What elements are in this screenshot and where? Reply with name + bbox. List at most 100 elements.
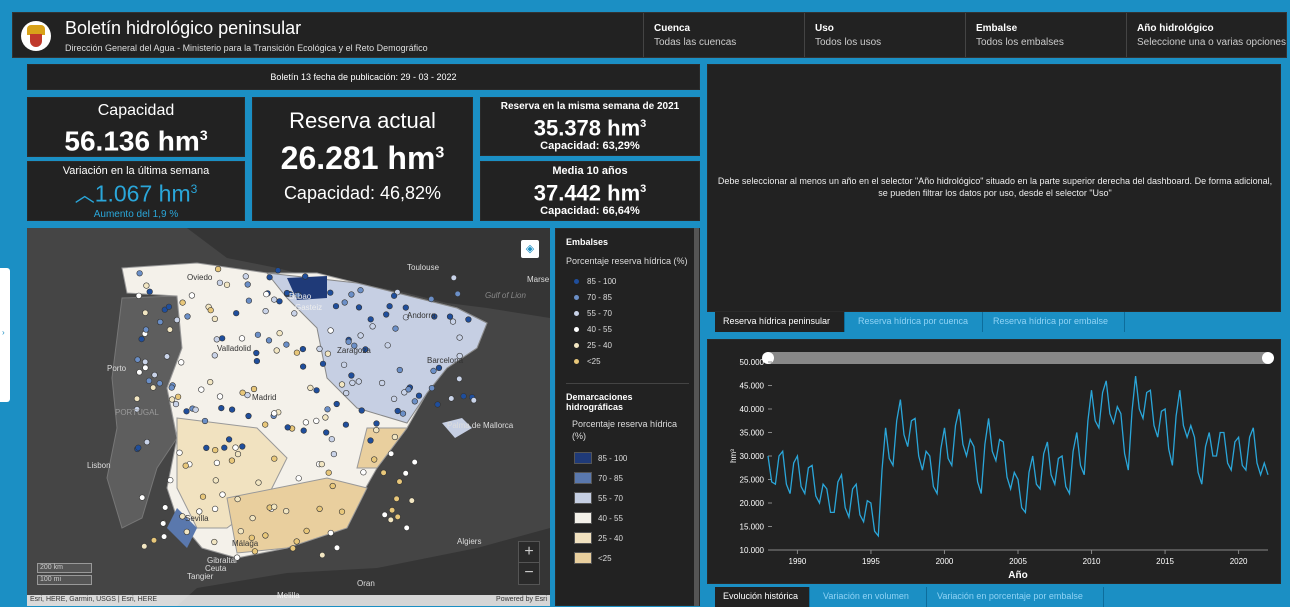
reservoir-marker[interactable] bbox=[266, 274, 273, 281]
reservoir-marker[interactable] bbox=[299, 345, 307, 353]
reservoir-marker[interactable] bbox=[300, 363, 307, 370]
reservoir-marker[interactable] bbox=[316, 505, 323, 513]
reservoir-marker[interactable] bbox=[332, 303, 340, 310]
reservoir-marker[interactable] bbox=[175, 393, 182, 400]
filter-ano-hidrologico[interactable]: Año hidrológico Seleccione una o varias … bbox=[1126, 13, 1286, 57]
reservoir-marker[interactable] bbox=[402, 470, 409, 477]
reservoir-marker[interactable] bbox=[211, 352, 218, 359]
reservoir-marker[interactable] bbox=[216, 279, 223, 286]
reservoir-marker[interactable] bbox=[343, 390, 350, 397]
reservoir-marker[interactable] bbox=[253, 358, 260, 365]
reservoir-marker[interactable] bbox=[273, 347, 280, 354]
reservoir-marker[interactable] bbox=[373, 427, 380, 434]
reservoir-marker[interactable] bbox=[381, 511, 388, 518]
reservoir-marker[interactable] bbox=[173, 316, 181, 324]
reservoir-marker[interactable] bbox=[166, 326, 173, 333]
reservoir-marker[interactable] bbox=[318, 461, 325, 468]
reservoir-marker[interactable] bbox=[142, 358, 149, 365]
reservoir-marker[interactable] bbox=[295, 475, 302, 482]
reservoir-marker[interactable] bbox=[216, 393, 224, 400]
reservoir-marker[interactable] bbox=[167, 477, 174, 484]
reservoir-marker[interactable] bbox=[226, 436, 233, 443]
reservoir-marker[interactable] bbox=[327, 327, 334, 334]
reservoir-marker[interactable] bbox=[242, 273, 249, 280]
reservoir-marker[interactable] bbox=[135, 292, 142, 299]
reservoir-marker[interactable] bbox=[215, 265, 222, 273]
reservoir-marker[interactable] bbox=[249, 515, 256, 522]
tab-variacion-porcentaje[interactable]: Variación en porcentaje por embalse bbox=[929, 587, 1104, 607]
reservoir-marker[interactable] bbox=[139, 494, 146, 501]
reservoir-marker[interactable] bbox=[367, 437, 374, 444]
reservoir-marker[interactable] bbox=[392, 325, 399, 332]
reservoir-marker[interactable] bbox=[333, 400, 340, 408]
reservoir-marker[interactable] bbox=[212, 505, 219, 513]
reservoir-marker[interactable] bbox=[157, 318, 164, 326]
reservoir-marker[interactable] bbox=[163, 353, 171, 360]
reservoir-marker[interactable] bbox=[169, 396, 176, 403]
reservoir-marker[interactable] bbox=[218, 405, 225, 412]
historical-line-chart[interactable]: 10.000 15.000 20.000 25.000 30.000 35.000 40.0… bbox=[708, 340, 1282, 585]
reservoir-marker[interactable] bbox=[396, 366, 403, 374]
reservoir-marker[interactable] bbox=[319, 552, 326, 559]
slider-handle-end[interactable] bbox=[1262, 352, 1274, 364]
reservoir-marker[interactable] bbox=[383, 311, 390, 318]
reservoir-marker[interactable] bbox=[274, 267, 282, 274]
reservoir-marker[interactable] bbox=[465, 316, 472, 323]
reservoir-marker[interactable] bbox=[408, 497, 415, 504]
reservoir-marker[interactable] bbox=[156, 380, 163, 387]
reservoir-marker[interactable] bbox=[394, 513, 401, 521]
reservoir-marker[interactable] bbox=[161, 533, 168, 540]
reservoir-marker[interactable] bbox=[245, 297, 252, 304]
reservoir-marker[interactable] bbox=[136, 369, 143, 376]
reservoir-marker[interactable] bbox=[360, 469, 367, 476]
reservoir-marker[interactable] bbox=[212, 447, 219, 454]
reservoir-marker[interactable] bbox=[391, 292, 398, 299]
reservoir-marker[interactable] bbox=[428, 385, 436, 392]
reservoir-marker[interactable] bbox=[396, 478, 403, 485]
reservoir-marker[interactable] bbox=[328, 436, 335, 443]
reservoir-marker[interactable] bbox=[178, 359, 185, 366]
reservoir-marker[interactable] bbox=[293, 538, 300, 545]
reservoir-marker[interactable] bbox=[371, 456, 378, 463]
reservoir-marker[interactable] bbox=[379, 379, 386, 387]
reservoir-marker[interactable] bbox=[330, 451, 338, 458]
reservoir-marker[interactable] bbox=[333, 544, 341, 551]
reservoir-marker[interactable] bbox=[223, 281, 231, 288]
reservoir-marker[interactable] bbox=[145, 377, 153, 384]
reservoir-marker[interactable] bbox=[302, 273, 309, 280]
reservoir-marker[interactable] bbox=[411, 398, 418, 405]
reservoir-marker[interactable] bbox=[138, 335, 145, 343]
reservoir-marker[interactable] bbox=[276, 298, 283, 305]
reservoir-marker[interactable] bbox=[271, 296, 278, 303]
reservoir-marker[interactable] bbox=[142, 326, 150, 333]
reservoir-marker[interactable] bbox=[428, 295, 435, 303]
reservoir-marker[interactable] bbox=[136, 270, 143, 277]
reservoir-marker[interactable] bbox=[384, 342, 391, 349]
reservoir-marker[interactable] bbox=[450, 274, 457, 281]
reservoir-marker[interactable] bbox=[239, 389, 246, 396]
reservoir-marker[interactable] bbox=[198, 386, 205, 393]
reservoir-marker[interactable] bbox=[271, 455, 278, 462]
reservoir-marker[interactable] bbox=[250, 385, 258, 393]
reservoir-marker[interactable] bbox=[460, 393, 467, 400]
reservoir-marker[interactable] bbox=[179, 299, 186, 306]
reservoir-marker[interactable] bbox=[348, 372, 355, 379]
reservoir-marker[interactable] bbox=[255, 479, 262, 486]
reservoir-marker[interactable] bbox=[233, 310, 240, 317]
reservoir-marker[interactable] bbox=[380, 469, 387, 476]
reservoir-marker[interactable] bbox=[316, 345, 323, 352]
reservoir-marker[interactable] bbox=[221, 444, 228, 451]
reservoir-marker[interactable] bbox=[341, 299, 348, 306]
reservoir-marker[interactable] bbox=[391, 433, 399, 441]
reservoir-marker[interactable] bbox=[430, 367, 437, 374]
reservoir-marker[interactable] bbox=[213, 336, 220, 343]
reservoir-marker[interactable] bbox=[388, 450, 395, 457]
reservoir-marker[interactable] bbox=[345, 338, 352, 345]
reservoir-marker[interactable] bbox=[369, 323, 376, 330]
reservoir-marker[interactable] bbox=[253, 349, 260, 357]
tab-evolucion-historica[interactable]: Evolución histórica bbox=[715, 587, 810, 607]
reservoir-marker[interactable] bbox=[211, 315, 218, 322]
reservoir-marker[interactable] bbox=[324, 406, 331, 413]
reservoir-marker[interactable] bbox=[184, 313, 191, 320]
reservoir-marker[interactable] bbox=[203, 444, 210, 451]
